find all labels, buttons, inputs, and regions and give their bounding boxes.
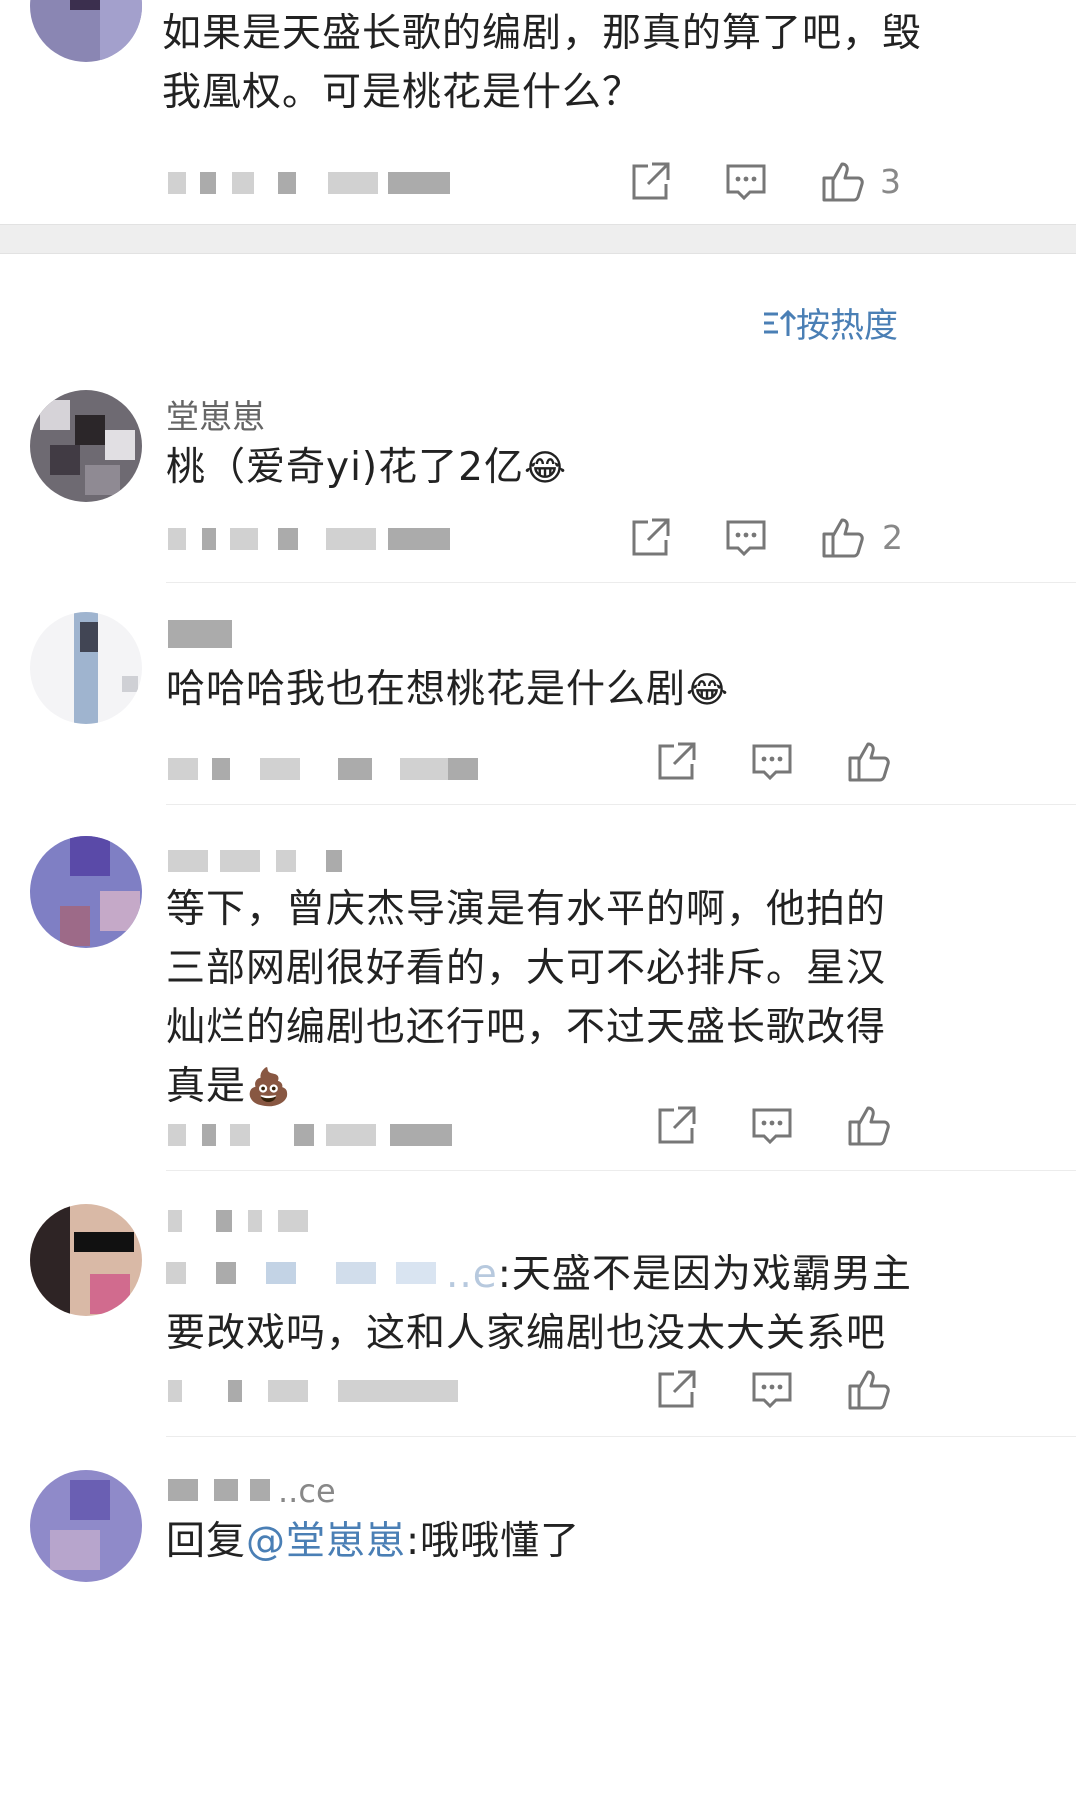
comment-meta (168, 1380, 468, 1412)
avatar[interactable] (30, 1470, 142, 1582)
share-button[interactable] (652, 1366, 700, 1414)
like-count: 3 (880, 162, 901, 201)
divider (166, 804, 1076, 805)
comment-icon (752, 1372, 792, 1409)
comment-text: 如果是天盛长歌的编剧，那真的算了吧，毁我凰权。可是桃花是什么？ (162, 11, 923, 115)
username[interactable] (168, 620, 238, 652)
like-button[interactable] (844, 1366, 892, 1414)
comment-meta (168, 758, 483, 790)
comment-button[interactable] (748, 738, 796, 786)
username[interactable] (168, 1210, 313, 1242)
like-button[interactable] (818, 158, 866, 206)
laugh-emoji: 😂 (523, 448, 568, 489)
avatar[interactable] (30, 612, 142, 724)
comment-icon (726, 520, 766, 557)
mention-link[interactable]: @堂崽崽 (246, 1519, 406, 1564)
share-icon (632, 162, 670, 200)
reply-mention[interactable] (166, 1261, 446, 1292)
share-button[interactable] (626, 514, 674, 562)
username[interactable]: ..ce (168, 1472, 336, 1510)
comment-button[interactable] (722, 158, 770, 206)
comment-meta (168, 528, 453, 560)
comment-button[interactable] (748, 1102, 796, 1150)
divider (166, 582, 1076, 583)
comment-icon (752, 1108, 792, 1145)
like-count: 2 (882, 518, 903, 557)
thumbs-up-icon (848, 1370, 890, 1410)
username[interactable] (168, 850, 353, 882)
comment-text: 等下，曾庆杰导演是有水平的啊，他拍的 三部网剧很好看的，大可不必排斥。星汉 灿烂… (166, 887, 887, 1109)
divider (166, 1170, 1076, 1171)
avatar[interactable] (30, 836, 142, 948)
share-button[interactable] (652, 738, 700, 786)
share-icon (658, 1370, 696, 1408)
section-divider (0, 224, 1076, 254)
poop-emoji: 💩 (246, 1067, 292, 1108)
sort-toggle[interactable]: 按热度 (762, 298, 898, 349)
share-button[interactable] (652, 1102, 700, 1150)
thumbs-up-icon (848, 742, 890, 782)
comment-meta (168, 172, 453, 204)
like-button[interactable] (844, 738, 892, 786)
avatar[interactable] (30, 1204, 142, 1316)
comment-text: 哈哈哈我也在想桃花是什么剧😂 (166, 667, 730, 712)
laugh-emoji: 😂 (686, 670, 730, 711)
share-button[interactable] (626, 158, 674, 206)
comment-text: ..e:天盛不是因为戏霸男主 要改戏吗，这和人家编剧也没太大关系吧 (166, 1252, 912, 1356)
comment-text: 桃（爱奇yi)花了2亿😂 (166, 445, 568, 490)
avatar[interactable] (30, 0, 142, 62)
share-icon (658, 1106, 696, 1144)
thumbs-up-icon (848, 1106, 890, 1146)
avatar[interactable] (30, 390, 142, 502)
username[interactable]: 堂崽崽 (166, 390, 265, 438)
comment-button[interactable] (722, 514, 770, 562)
comment-meta (168, 1124, 453, 1156)
divider (166, 1436, 1076, 1437)
comment-button[interactable] (748, 1366, 796, 1414)
like-button[interactable] (818, 514, 866, 562)
reply-text: 回复@堂崽崽:哦哦懂了 (166, 1519, 581, 1564)
like-button[interactable] (844, 1102, 892, 1150)
sort-icon (762, 306, 797, 349)
thumbs-up-icon (822, 162, 864, 202)
comment-icon (726, 164, 766, 201)
comment-icon (752, 744, 792, 781)
share-icon (632, 518, 670, 556)
thumbs-up-icon (822, 518, 864, 558)
share-icon (658, 742, 696, 780)
